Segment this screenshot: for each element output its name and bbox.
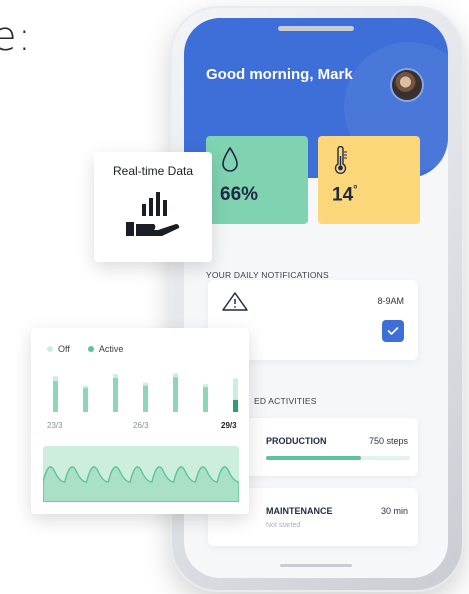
activity-progress-track [266, 456, 410, 460]
notifications-title: YOUR DAILY NOTIFICATIONS [206, 270, 329, 280]
hand-bar-chart-icon [126, 192, 180, 236]
realtime-data-label: Real-time Data [112, 164, 194, 178]
chart-bar-active [83, 388, 88, 412]
activity-name: MAINTENANCE [266, 506, 333, 516]
water-drop-icon [222, 146, 238, 172]
chart-tick-label: 26/3 [133, 421, 149, 430]
chart-bar-active [53, 381, 58, 412]
activities-title: ED ACTIVITIES [254, 396, 317, 406]
wave-line [42, 466, 240, 503]
check-icon [387, 327, 399, 335]
temperature-tile[interactable]: 14° [318, 136, 420, 224]
humidity-value: 66% [220, 184, 259, 205]
chart-bar-active [113, 377, 118, 412]
chart-tick-label: 29/3 [221, 421, 237, 430]
activity-name: PRODUCTION [266, 436, 327, 446]
humidity-tile[interactable]: 66% [206, 136, 308, 224]
activity-chart-card: Off Active 23/3 26/3 29/3 [31, 328, 249, 514]
chart-bar-active [143, 385, 148, 412]
chart-tick-label: 23/3 [47, 421, 63, 430]
notification-checkbox[interactable] [382, 320, 404, 342]
temperature-number: 14 [332, 184, 354, 206]
activity-status: Not started [266, 522, 301, 529]
bar-chart: 23/3 26/3 29/3 [47, 373, 238, 430]
temperature-unit: ° [353, 184, 358, 196]
chart-bar-active [173, 377, 178, 412]
chart-bar-active [233, 399, 238, 412]
wave-chart [42, 446, 240, 503]
temperature-value: 14° [332, 184, 358, 206]
chart-bar-active [203, 387, 208, 412]
activity-meta: 750 steps [368, 436, 408, 446]
notification-time: 8-9AM [377, 296, 404, 306]
avatar[interactable] [392, 70, 422, 100]
realtime-data-card: Real-time Data [94, 152, 212, 262]
warning-icon [222, 292, 248, 311]
thermometer-icon [334, 146, 347, 174]
activity-progress-fill [266, 456, 362, 460]
home-indicator [280, 564, 352, 567]
phone-speaker [278, 26, 354, 31]
heading-fragment: e: [0, 14, 33, 60]
activity-meta: 30 min [380, 506, 408, 516]
greeting-text: Good morning, Mark [206, 66, 353, 83]
